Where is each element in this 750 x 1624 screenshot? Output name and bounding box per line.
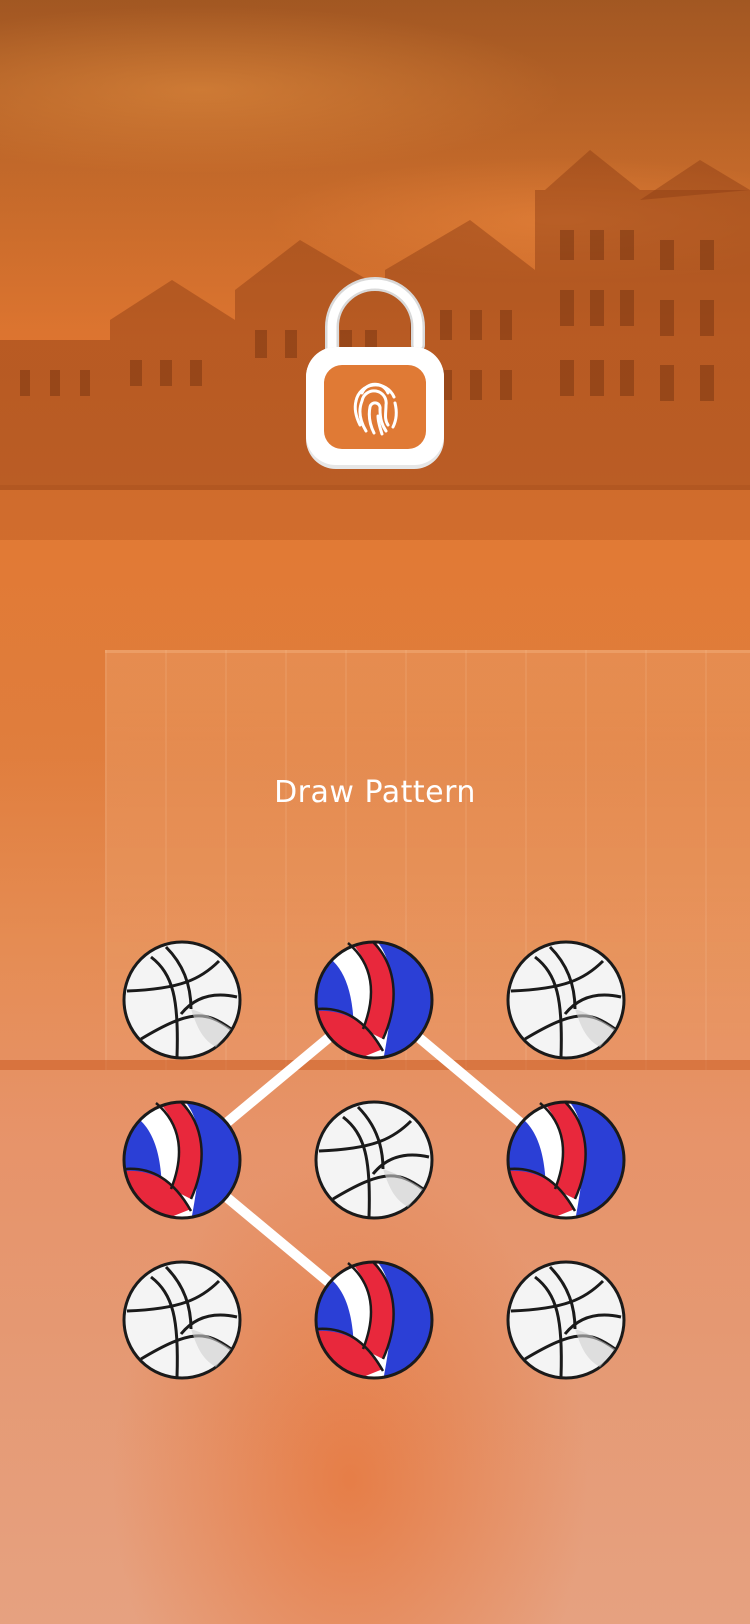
volleyball-icon	[506, 1100, 626, 1220]
pattern-dot-3[interactable]	[505, 939, 627, 1061]
volleyball-icon	[122, 1100, 242, 1220]
pattern-dot-7[interactable]	[121, 1259, 243, 1381]
volleyball-icon	[314, 1100, 434, 1220]
volleyball-icon	[506, 940, 626, 1060]
pattern-dot-8-selected[interactable]	[313, 1259, 435, 1381]
pattern-dot-9[interactable]	[505, 1259, 627, 1381]
volleyball-icon	[314, 940, 434, 1060]
pattern-grid[interactable]	[0, 0, 750, 1624]
pattern-dot-6-selected[interactable]	[505, 1099, 627, 1221]
pattern-dot-4-selected[interactable]	[121, 1099, 243, 1221]
volleyball-icon	[314, 1260, 434, 1380]
pattern-dot-5[interactable]	[313, 1099, 435, 1221]
volleyball-icon	[122, 1260, 242, 1380]
pattern-dot-1[interactable]	[121, 939, 243, 1061]
volleyball-icon	[506, 1260, 626, 1380]
pattern-dot-2-selected[interactable]	[313, 939, 435, 1061]
volleyball-icon	[122, 940, 242, 1060]
